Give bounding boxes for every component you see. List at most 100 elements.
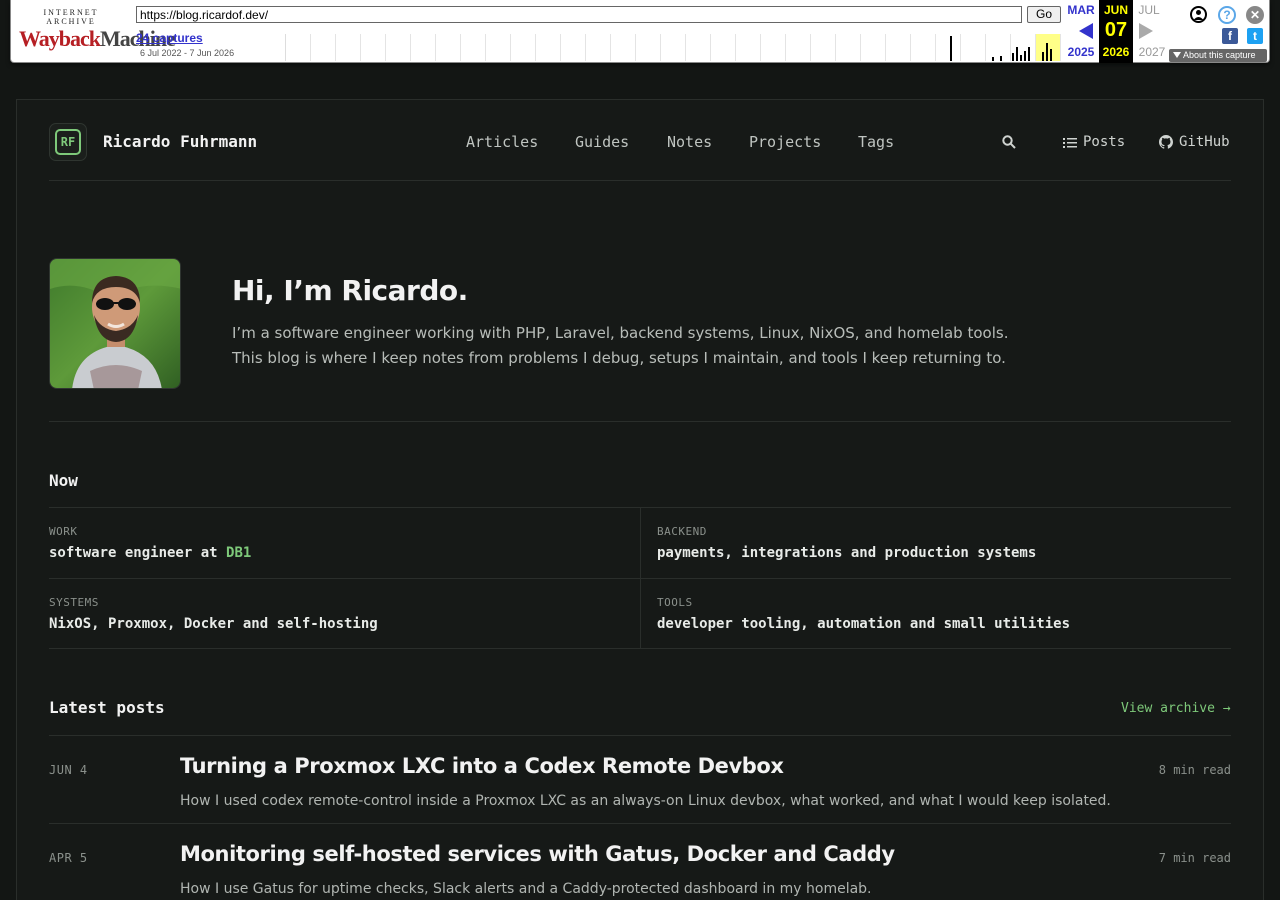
sparkline-year-cell[interactable] [711,34,736,61]
sparkline-current-highlight [1036,34,1060,61]
sparkline-year-cell[interactable] [486,34,511,61]
wayback-cur-month: JUN [1103,3,1128,17]
sparkline-year-cell[interactable] [411,34,436,61]
wayback-logo[interactable]: INTERNET ARCHIVE WaybackMachine [19,8,176,52]
sparkline-year-cell[interactable] [536,34,561,61]
wayback-captures-link[interactable]: 24 captures [136,31,203,45]
sparkline-year-cell[interactable] [986,34,1011,61]
wayback-next-year: 2027 [1138,45,1166,59]
sparkline-year-cell[interactable] [461,34,486,61]
post-description: How I use Gatus for uptime checks, Slack… [180,881,872,897]
posts-link[interactable]: Posts [1063,134,1125,150]
sparkline-year-cell[interactable] [811,34,836,61]
posts-label: Posts [1083,134,1126,150]
sparkline-year-cell[interactable] [286,34,311,61]
sparkline-year-cell[interactable] [886,34,911,61]
wayback-next-month: JUL [1138,3,1160,17]
now-systems-key: SYSTEMS [49,596,99,609]
site-logo-initials: RF [55,129,81,155]
nav-projects[interactable]: Projects [749,133,821,151]
sparkline-year-cell[interactable] [911,34,936,61]
sparkline-capture-bar [1012,53,1014,61]
now-backend: BACKEND payments, integrations and produ… [657,508,1231,578]
hero-title: Hi, I’m Ricardo. [232,274,468,307]
wayback-toolbar: INTERNET ARCHIVE WaybackMachine https://… [10,0,1270,63]
github-label: GitHub [1179,134,1230,150]
sparkline-year-cell[interactable] [586,34,611,61]
nav-notes[interactable]: Notes [667,133,712,151]
sparkline-year-cell[interactable] [611,34,636,61]
twitter-share-icon[interactable]: t [1247,28,1263,44]
site-header: RF Ricardo Fuhrmann Articles Guides Note… [49,100,1231,181]
sparkline-year-cell[interactable] [736,34,761,61]
nav-tags[interactable]: Tags [858,133,894,151]
post-title[interactable]: Turning a Proxmox LXC into a Codex Remot… [180,754,784,778]
wayback-go-button[interactable]: Go [1027,6,1061,23]
nav-articles[interactable]: Articles [466,133,538,151]
prev-capture-arrow-icon[interactable] [1079,23,1093,39]
help-icon[interactable]: ? [1218,6,1236,24]
next-capture-arrow-icon [1139,23,1153,39]
sparkline-year-cell[interactable] [836,34,861,61]
sparkline-year-cell[interactable] [511,34,536,61]
wayback-prev-month[interactable]: MAR [1064,3,1098,17]
sparkline-year-cell[interactable] [636,34,661,61]
wayback-cur-year: 2026 [1102,45,1130,59]
wayback-prev-year[interactable]: 2025 [1064,45,1098,59]
sparkline-capture-bar [1024,51,1026,61]
now-tools-key: TOOLS [657,596,693,609]
sparkline-capture-bar [1016,47,1018,61]
post-date: JUN 4 [49,763,88,777]
sparkline-year-cell[interactable] [861,34,886,61]
sparkline-year-cell[interactable] [311,34,336,61]
search-icon[interactable] [1001,134,1017,150]
about-capture-button[interactable]: About this capture [1169,49,1267,62]
wayback-current-date: JUN 07 2026 [1099,0,1133,63]
user-account-icon[interactable] [1190,6,1207,23]
post-description: How I used codex remote-control inside a… [180,793,1111,809]
sparkline-year-cell[interactable] [686,34,711,61]
sparkline-year-cell[interactable] [336,34,361,61]
sparkline-year-cell[interactable] [786,34,811,61]
wayback-brand-wayback: Wayback [19,26,101,51]
sparkline-year-cell[interactable] [961,34,986,61]
now-backend-value: payments, integrations and production sy… [657,545,1037,561]
wayback-cur-day: 07 [1104,19,1128,41]
now-backend-key: BACKEND [657,525,707,538]
now-work-value: software engineer at [49,545,227,561]
sparkline-capture-bar [950,36,952,61]
sparkline-capture-bar [1046,43,1048,61]
now-section-title: Now [49,471,78,490]
facebook-share-icon[interactable]: f [1222,28,1238,44]
blog-page: RF Ricardo Fuhrmann Articles Guides Note… [16,99,1264,900]
post-title[interactable]: Monitoring self-hosted services with Gat… [180,842,895,866]
post-read-time: 7 min read [1158,851,1231,865]
sparkline-year-cell[interactable] [436,34,461,61]
site-name[interactable]: Ricardo Fuhrmann [103,132,257,151]
close-icon[interactable]: ✕ [1246,6,1264,24]
sparkline-year-cell[interactable] [561,34,586,61]
now-work: WORK software engineer at DB1 [49,508,640,578]
sparkline-capture-bar [1020,55,1022,61]
site-logo[interactable]: RF [49,123,87,161]
view-archive-link[interactable]: View archive → [1121,701,1231,716]
sparkline-year-cell[interactable] [386,34,411,61]
sparkline-capture-bar [1000,56,1002,61]
sparkline-year-cell[interactable] [361,34,386,61]
nav-guides[interactable]: Guides [575,133,629,151]
sparkline-year-cell[interactable] [936,34,961,61]
now-systems: SYSTEMS NixOS, Proxmox, Docker and self-… [49,579,640,649]
sparkline-year-cell[interactable] [661,34,686,61]
now-tools: TOOLS developer tooling, automation and … [657,579,1231,649]
post-item[interactable]: JUN 4 Turning a Proxmox LXC into a Codex… [49,735,1231,823]
avatar [49,258,181,389]
sparkline-capture-bar [1042,52,1044,61]
post-item[interactable]: APR 5 Monitoring self-hosted services wi… [49,823,1231,900]
sparkline-year-cell[interactable] [761,34,786,61]
wayback-sparkline[interactable] [285,34,1061,61]
wayback-url-input[interactable]: https://blog.ricardof.dev/ [136,6,1022,23]
wayback-date-range: 6 Jul 2022 - 7 Jun 2026 [140,48,235,58]
github-link[interactable]: GitHub [1159,134,1230,150]
now-work-company-link[interactable]: DB1 [226,545,251,561]
hero-section: Hi, I’m Ricardo. I’m a software engineer… [49,258,1231,422]
